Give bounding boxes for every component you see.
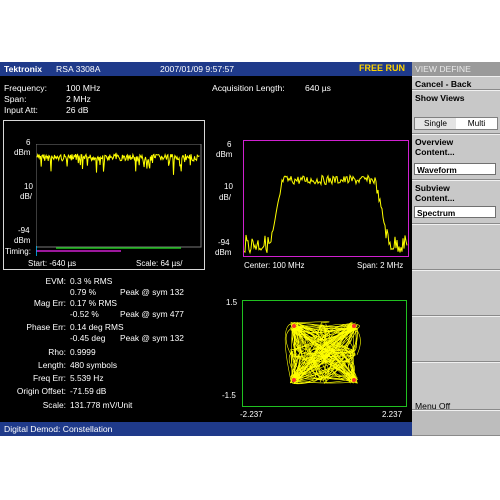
rho-value: 0.9999 [70, 347, 96, 357]
menu-title: VIEW DEFINE [412, 62, 500, 76]
scale-label: Scale: [42, 400, 66, 410]
spectrum-center-label: Center: 100 MHz [244, 261, 305, 270]
phase-err-peak-at: Peak @ sym 132 [120, 333, 184, 343]
brand-name: Tektronix [4, 64, 43, 74]
overview-content-line2: Content... [415, 147, 455, 157]
multi-option[interactable]: Multi [456, 118, 497, 129]
spectrum-div-unit: dB/ [219, 193, 232, 202]
menu-footer [412, 410, 500, 436]
show-views-button[interactable]: Show Views Single Multi [412, 90, 500, 134]
waveform-trace [36, 152, 200, 175]
spectrum-unit-bottom: dBm [215, 248, 232, 257]
frequency-label: Frequency: [4, 83, 47, 93]
spectrum-bottom-label: -94 [218, 238, 230, 247]
constellation-symbol-point [352, 378, 356, 382]
subview-content-line2: Content... [415, 193, 455, 203]
title-bar: Tektronix RSA 3308A 2007/01/09 9:57:57 F… [0, 62, 412, 76]
rho-label: Rho: [48, 347, 66, 357]
freq-err-label: Freq Err: [32, 373, 66, 383]
waveform-scale-label: Scale: 64 µs/ [136, 259, 183, 268]
menu-blank-button-3[interactable] [412, 316, 500, 362]
length-value: 480 symbols [70, 360, 118, 370]
overview-content-button[interactable]: Overview Content... Waveform [412, 134, 500, 180]
constellation-x-right: 2.237 [382, 410, 403, 419]
view-mode-toggle[interactable]: Single Multi [414, 117, 498, 130]
show-views-label: Show Views [415, 93, 465, 103]
constellation-x-left: -2.237 [240, 410, 263, 419]
cancel-back-label: Cancel - Back [415, 79, 472, 89]
constellation-trajectories [284, 321, 361, 385]
subview-content-value[interactable]: Spectrum [414, 206, 496, 218]
constellation-symbol-point [292, 378, 296, 382]
status-text: Digital Demod: Constellation [4, 424, 113, 434]
overview-content-line1: Overview [415, 137, 454, 147]
constellation-symbol-point [352, 324, 356, 328]
evm-label: EVM: [45, 276, 66, 286]
menu-off-button[interactable]: Menu Off [412, 362, 500, 411]
mag-err-peak-at: Peak @ sym 477 [120, 309, 184, 319]
freq-err-value: 5.539 Hz [70, 373, 104, 383]
waveform-div-unit: dB/ [20, 192, 33, 201]
input-att-label: Input Att: [4, 105, 38, 115]
origin-offset-label: Origin Offset: [16, 386, 66, 396]
waveform-graph [36, 144, 202, 248]
status-bar: Digital Demod: Constellation [0, 422, 412, 436]
phase-err-rms: 0.14 deg RMS [70, 322, 124, 332]
evm-peak: 0.79 % [70, 287, 97, 297]
timing-bar [36, 246, 181, 256]
spectrum-graph[interactable] [243, 140, 410, 258]
waveform-unit-bottom: dBm [14, 236, 31, 245]
spectrum-trace [243, 173, 408, 255]
waveform-start-label: Start: -640 µs [28, 259, 77, 268]
phase-err-peak: -0.45 deg [70, 333, 106, 343]
constellation-y-bottom: -1.5 [222, 391, 236, 400]
menu-title-text: VIEW DEFINE [415, 64, 471, 74]
acquisition-length-label: Acquisition Length: [212, 83, 285, 93]
menu-blank-button-1[interactable] [412, 224, 500, 270]
overview-content-value-text: Waveform [417, 165, 457, 175]
spectrum-unit-top: dBm [216, 150, 233, 159]
menu-blank-button-2[interactable] [412, 270, 500, 316]
waveform-div-label: 10 [24, 182, 33, 191]
run-state: FREE RUN [359, 63, 406, 73]
spectrum-top-label: 6 [227, 140, 232, 149]
acquisition-length-value: 640 µs [305, 83, 331, 93]
waveform-top-label: 6 [26, 138, 31, 147]
cancel-back-button[interactable]: Cancel - Back [412, 76, 500, 90]
phase-err-label: Phase Err: [26, 322, 66, 332]
single-option[interactable]: Single [415, 118, 456, 129]
constellation-symbol-point [292, 324, 296, 328]
span-label: Span: [4, 94, 27, 104]
constellation-y-top: 1.5 [226, 298, 238, 307]
mag-err-peak: -0.52 % [70, 309, 99, 319]
side-menu: VIEW DEFINE Cancel - Back Show Views Sin… [412, 62, 500, 436]
evm-peak-at: Peak @ sym 132 [120, 287, 184, 297]
subview-content-line1: Subview [415, 183, 450, 193]
subview-content-value-text: Spectrum [417, 208, 456, 218]
overview-content-value[interactable]: Waveform [414, 163, 496, 175]
constellation-graph[interactable] [242, 300, 408, 408]
constellation-trajectory [295, 321, 330, 324]
frequency-value: 100 MHz [66, 83, 101, 93]
mag-err-rms: 0.17 % RMS [70, 298, 118, 308]
spectrum-div-label: 10 [224, 182, 233, 191]
model-name: RSA 3308A [56, 64, 101, 74]
spectrum-span-label: Span: 2 MHz [357, 261, 404, 270]
length-label: Length: [38, 360, 66, 370]
origin-offset-value: -71.59 dB [70, 386, 107, 396]
waveform-unit-top: dBm [14, 148, 31, 157]
input-att-value: 26 dB [66, 105, 89, 115]
evm-rms: 0.3 % RMS [70, 276, 113, 286]
scale-value: 131.778 mV/Unit [70, 400, 133, 410]
instrument-screen: Tektronix RSA 3308A 2007/01/09 9:57:57 F… [0, 62, 500, 436]
mag-err-label: Mag Err: [33, 298, 66, 308]
subview-content-button[interactable]: Subview Content... Spectrum [412, 180, 500, 224]
span-value: 2 MHz [66, 94, 91, 104]
timing-label: Timing: [5, 247, 31, 256]
waveform-bottom-label: -94 [18, 226, 30, 235]
datetime: 2007/01/09 9:57:57 [160, 64, 235, 74]
